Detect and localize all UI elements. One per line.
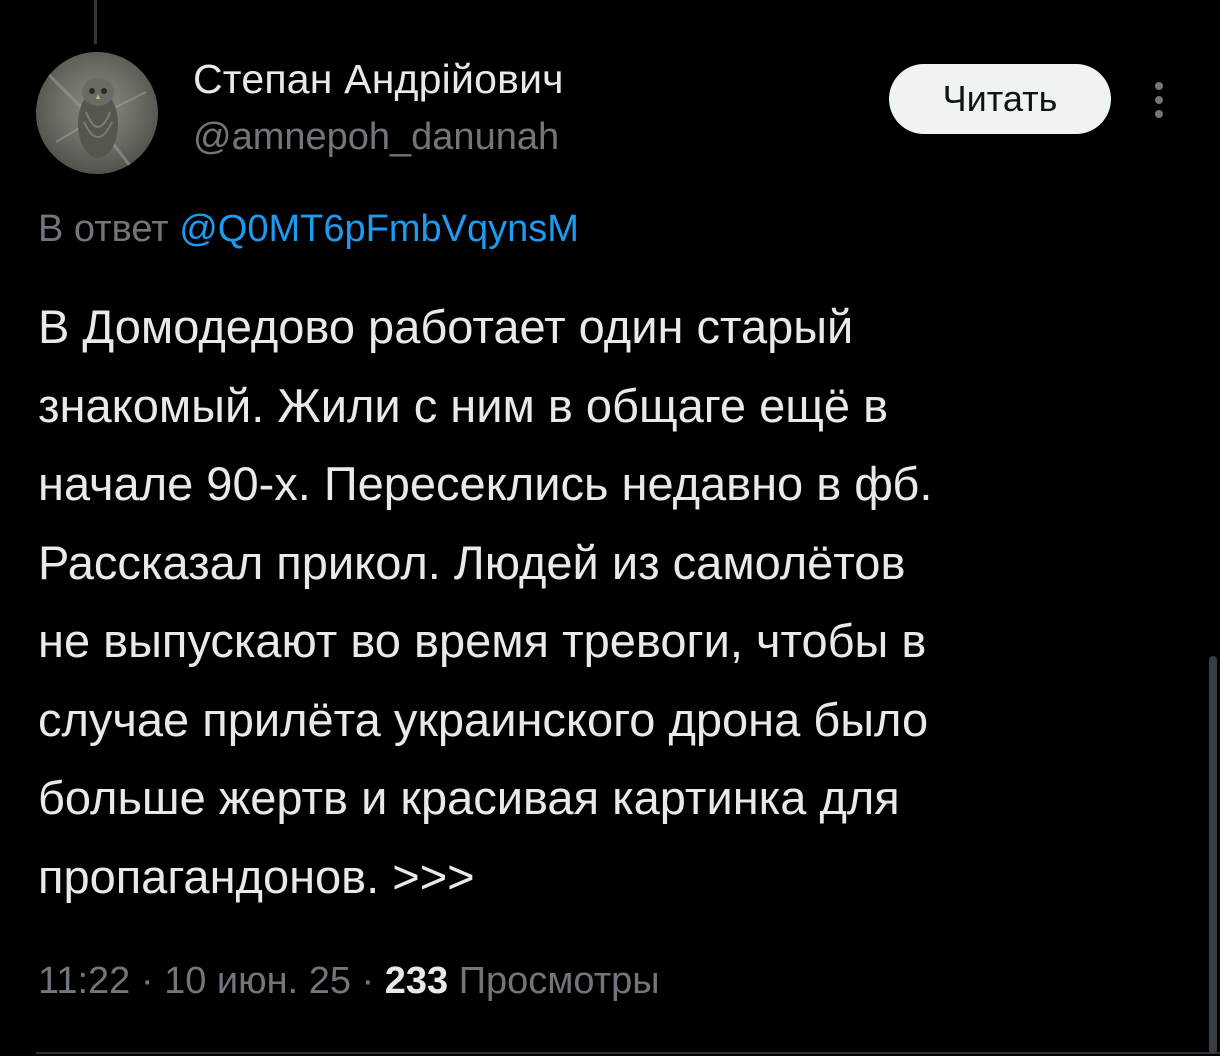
author-display-name[interactable]: Степан Андрійович: [193, 56, 564, 103]
tweet-text-line: не выпускают во время тревоги, чтобы в: [38, 614, 927, 667]
scrollbar[interactable]: [1209, 656, 1217, 1054]
divider: [36, 1052, 1220, 1054]
reply-prefix: В ответ: [38, 208, 180, 250]
more-dot-icon: [1155, 96, 1163, 104]
more-options-button[interactable]: [1144, 76, 1174, 124]
views-count[interactable]: 233: [385, 960, 448, 1002]
tweet-text-line: начале 90-х. Пересеклись недавно в фб.: [38, 457, 933, 510]
meta-separator: ·: [130, 960, 165, 1002]
tweet-text-line: В Домодедово работает один старый: [38, 300, 854, 353]
tweet-date[interactable]: 10 июн. 25: [164, 960, 351, 1002]
owl-avatar-image: [44, 70, 147, 168]
avatar[interactable]: [36, 52, 158, 174]
author-handle[interactable]: @amnepoh_danunah: [193, 116, 559, 159]
tweet-text-line: пропагандонов. >>>: [38, 849, 475, 903]
follow-button[interactable]: Читать: [889, 64, 1111, 134]
tweet-text-line: знакомый. Жили с ним в общаге ещё в: [38, 378, 889, 432]
more-dot-icon: [1155, 82, 1163, 90]
tweet-text-line: больше жертв и красивая картинка для: [38, 771, 900, 824]
tweet-text-line: Рассказал прикол. Людей из самолётов: [38, 535, 906, 589]
views-label[interactable]: Просмотры: [448, 960, 660, 1002]
reply-mention-link[interactable]: @Q0MT6pFmbVqynsM: [179, 208, 579, 250]
thread-connector-line: [94, 0, 97, 44]
reply-context: В ответ @Q0MT6pFmbVqynsM: [38, 208, 579, 251]
more-dot-icon: [1155, 110, 1163, 118]
tweet-text-line: случае прилёта украинского дрона было: [38, 692, 929, 746]
tweet-meta: 11:22 · 10 июн. 25 · 233 Просмотры: [38, 960, 660, 1003]
tweet-time[interactable]: 11:22: [38, 960, 130, 1002]
tweet-text: В Домодедово работает один старый знаком…: [38, 288, 1188, 916]
meta-separator: ·: [350, 960, 385, 1002]
